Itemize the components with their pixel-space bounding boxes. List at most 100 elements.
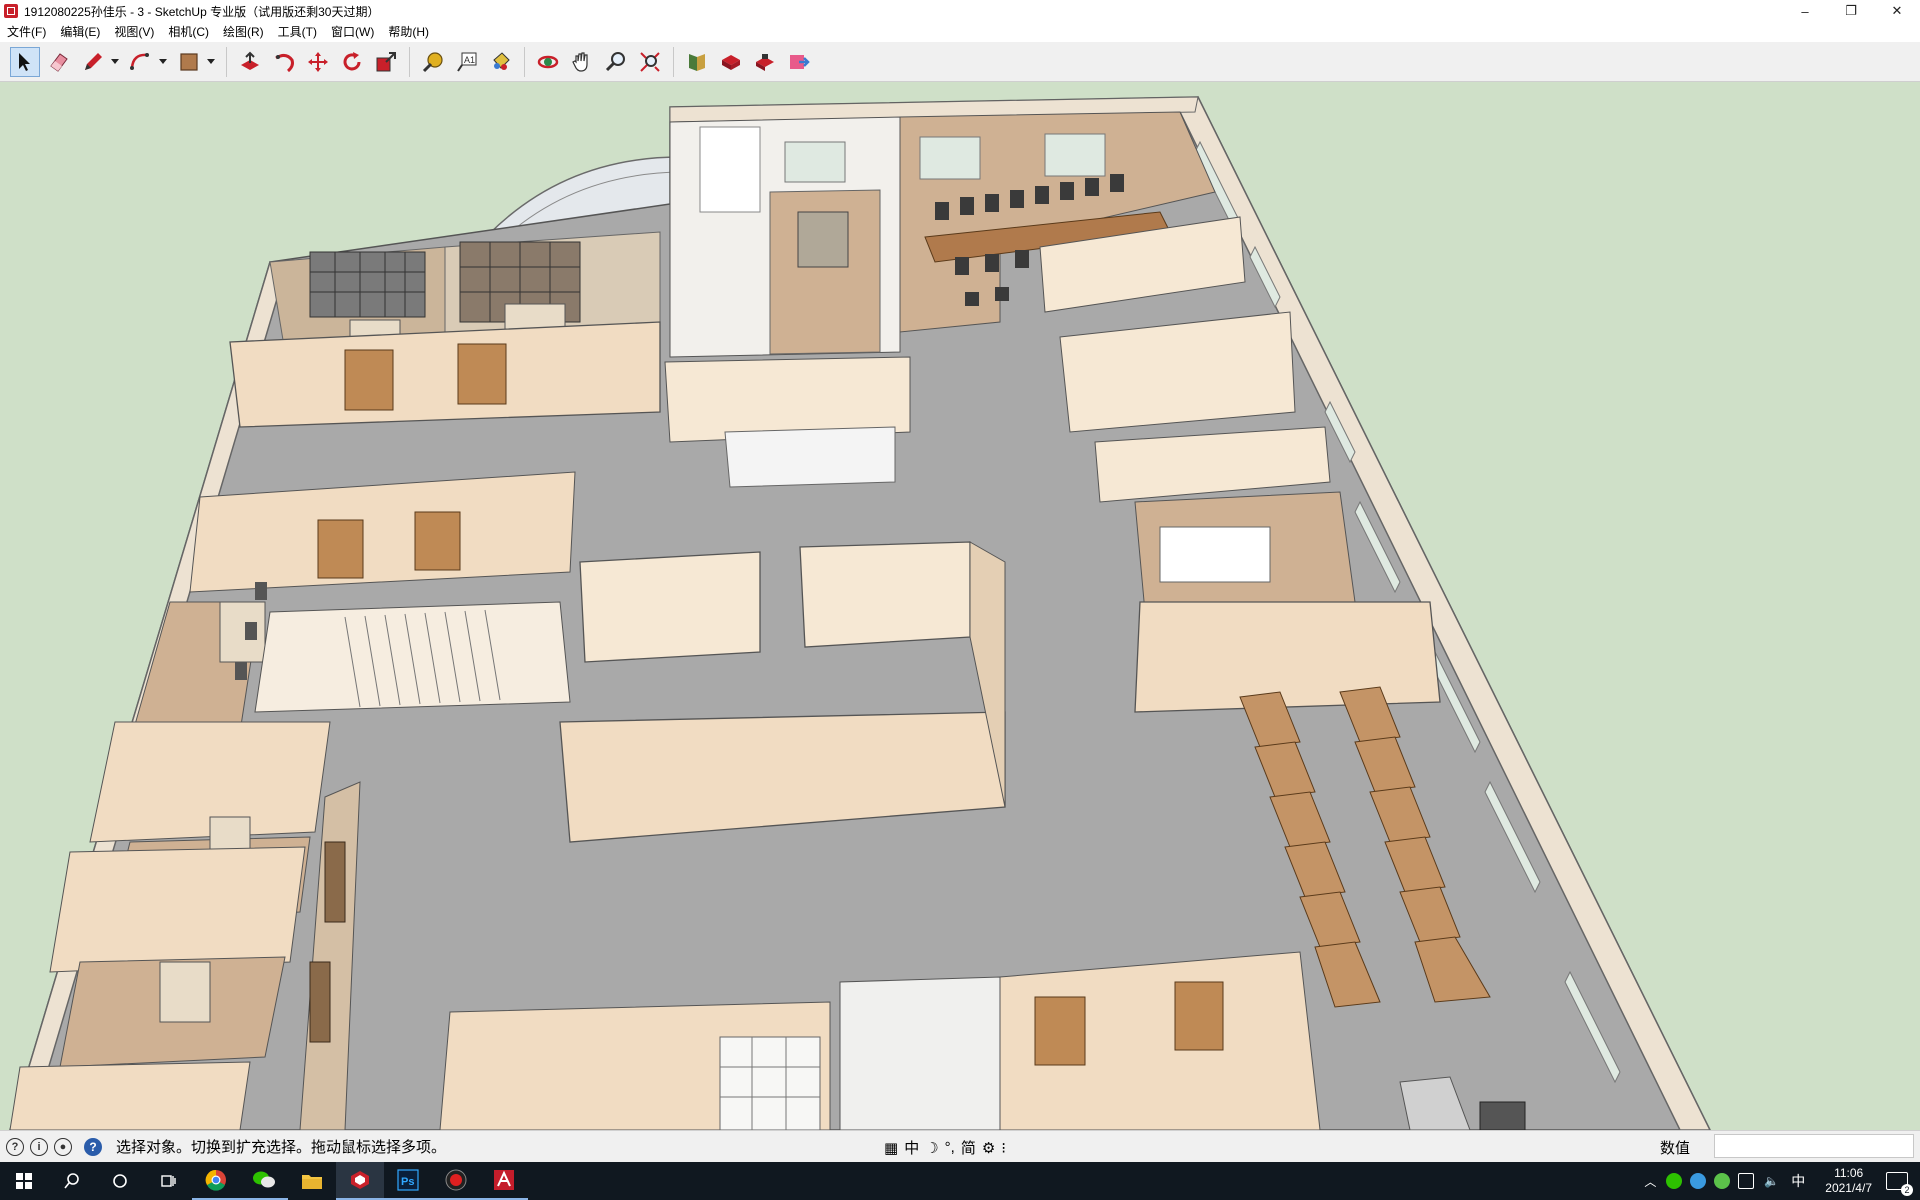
minimize-button[interactable]: – xyxy=(1782,0,1828,22)
office-table xyxy=(797,211,849,268)
ime-punct[interactable]: °, xyxy=(945,1139,955,1156)
door-corridor-2[interactable] xyxy=(309,961,331,1043)
follow-me-icon xyxy=(275,53,294,72)
door-left-office-1[interactable] xyxy=(317,519,364,579)
pan-tool-button[interactable] xyxy=(567,47,597,77)
taskbar-photoshop[interactable]: Ps xyxy=(384,1162,432,1200)
taskbar-chrome[interactable] xyxy=(192,1162,240,1200)
rectangle-tool-button[interactable] xyxy=(174,47,204,77)
zoom-tool-button[interactable] xyxy=(601,47,631,77)
core-block-1 xyxy=(579,551,761,663)
push-pull-tool-button[interactable] xyxy=(235,47,265,77)
arc-tool-button[interactable] xyxy=(126,47,156,77)
menu-camera[interactable]: 相机(C) xyxy=(161,22,216,42)
wechat-tray-icon[interactable] xyxy=(1666,1173,1683,1189)
follow-me-tool-button[interactable] xyxy=(269,47,299,77)
move-tool-button[interactable] xyxy=(303,47,333,77)
toolbar-separator xyxy=(409,46,410,77)
ime-grid-icon[interactable]: ▦ xyxy=(884,1139,898,1157)
taskbar-sketchup[interactable] xyxy=(336,1162,384,1200)
select-tool-button[interactable] xyxy=(10,46,40,77)
show-hidden-icons-icon[interactable]: ︿ xyxy=(1644,1173,1656,1190)
ime-moon-icon[interactable]: ☽ xyxy=(925,1139,938,1157)
network-icon[interactable] xyxy=(1738,1173,1755,1189)
menu-tools[interactable]: 工具(T) xyxy=(271,22,324,42)
user-account-icon[interactable]: ● xyxy=(54,1137,72,1156)
cortana-icon xyxy=(113,1174,127,1188)
help-icon[interactable]: ? xyxy=(84,1137,102,1156)
tape-measure-icon xyxy=(422,51,443,72)
extension-warehouse-tool-button[interactable] xyxy=(750,47,780,77)
eraser-icon xyxy=(50,52,68,72)
3d-warehouse-tool-button[interactable] xyxy=(716,47,746,77)
start-button[interactable] xyxy=(0,1162,48,1200)
tape-measure-tool-button[interactable] xyxy=(418,47,448,77)
menu-file[interactable]: 文件(F) xyxy=(0,22,53,42)
menu-bar: 文件(F) 编辑(E) 视图(V) 相机(C) 绘图(R) 工具(T) 窗口(W… xyxy=(0,22,1920,42)
taskbar-recorder[interactable] xyxy=(432,1162,480,1200)
model-viewport[interactable] xyxy=(0,82,1920,1130)
scale-tool-button[interactable] xyxy=(371,47,401,77)
pencil-tool-button[interactable] xyxy=(78,47,108,77)
photoshop-icon: Ps xyxy=(397,1169,419,1191)
door-bottom-1[interactable] xyxy=(1034,996,1086,1066)
arc-dropdown[interactable] xyxy=(158,47,168,77)
cortana-button[interactable] xyxy=(96,1162,144,1200)
toolbar-separator xyxy=(673,46,674,77)
zoom-extents-tool-button[interactable] xyxy=(635,47,665,77)
scale-icon xyxy=(376,51,396,71)
close-button[interactable]: ✕ xyxy=(1874,0,1920,22)
floor-plan-model xyxy=(9,95,1711,1130)
taskbar-file-explorer[interactable] xyxy=(288,1162,336,1200)
ime-lang[interactable]: 中 xyxy=(904,1137,919,1158)
geolocation-icon[interactable]: ? xyxy=(6,1137,24,1156)
rotate-tool-button[interactable] xyxy=(337,47,367,77)
clock[interactable]: 11:06 2021/4/7 xyxy=(1825,1166,1872,1196)
taskbar-autocad[interactable] xyxy=(480,1162,528,1200)
search-button[interactable] xyxy=(48,1162,96,1200)
status-message: 选择对象。切换到扩充选择。拖动鼠标选择多项。 xyxy=(116,1139,447,1156)
text-tool-button[interactable]: A1 xyxy=(452,47,482,77)
door-storage[interactable] xyxy=(457,343,507,405)
chrome-icon xyxy=(205,1169,226,1191)
door-bottom-2[interactable] xyxy=(1174,981,1224,1051)
restore-button[interactable]: ❐ xyxy=(1828,0,1874,22)
input-language[interactable]: 中 xyxy=(1791,1171,1805,1191)
door-archive[interactable] xyxy=(344,349,394,411)
orbit-tool-button[interactable] xyxy=(533,47,563,77)
toolbar-separator xyxy=(524,46,525,77)
menu-window[interactable]: 窗口(W) xyxy=(324,22,381,42)
door-left-office-2[interactable] xyxy=(414,511,461,571)
ime-simplified[interactable]: 简 xyxy=(961,1137,976,1158)
ime-settings-icon[interactable]: ⚙ xyxy=(982,1139,995,1157)
components-icon xyxy=(689,53,705,71)
paint-bucket-tool-button[interactable] xyxy=(486,47,516,77)
action-center-button[interactable]: 2 xyxy=(1886,1172,1913,1196)
magnifier-icon xyxy=(605,51,625,71)
door-corridor-1[interactable] xyxy=(324,841,346,923)
send-to-layout-tool-button[interactable] xyxy=(784,47,814,77)
volume-icon[interactable]: 🔈 xyxy=(1764,1174,1779,1188)
menu-draw[interactable]: 绘图(R) xyxy=(216,22,271,42)
svg-text:A1: A1 xyxy=(464,55,475,65)
menu-view[interactable]: 视图(V) xyxy=(107,22,161,42)
task-view-button[interactable] xyxy=(144,1162,192,1200)
eraser-tool-button[interactable] xyxy=(44,47,74,77)
menu-edit[interactable]: 编辑(E) xyxy=(53,22,107,42)
menu-help[interactable]: 帮助(H) xyxy=(381,22,436,42)
measurements-input[interactable] xyxy=(1714,1134,1914,1158)
rectangle-dropdown[interactable] xyxy=(206,47,216,77)
ime-more-icon[interactable]: ⁝ xyxy=(1001,1139,1006,1157)
sketchup-icon xyxy=(351,1171,369,1189)
pencil-dropdown[interactable] xyxy=(110,47,120,77)
clock-time: 11:06 xyxy=(1834,1166,1864,1180)
reception-counter[interactable] xyxy=(724,426,896,488)
rectangle-icon xyxy=(180,52,198,71)
security-tray-icon[interactable] xyxy=(1714,1173,1731,1189)
credits-icon[interactable]: i xyxy=(30,1137,48,1156)
qq-tray-icon[interactable] xyxy=(1690,1173,1707,1189)
arc-icon xyxy=(130,52,149,70)
taskbar-wechat[interactable] xyxy=(240,1162,288,1200)
record-icon xyxy=(445,1169,467,1191)
components-tool-button[interactable] xyxy=(682,47,712,77)
